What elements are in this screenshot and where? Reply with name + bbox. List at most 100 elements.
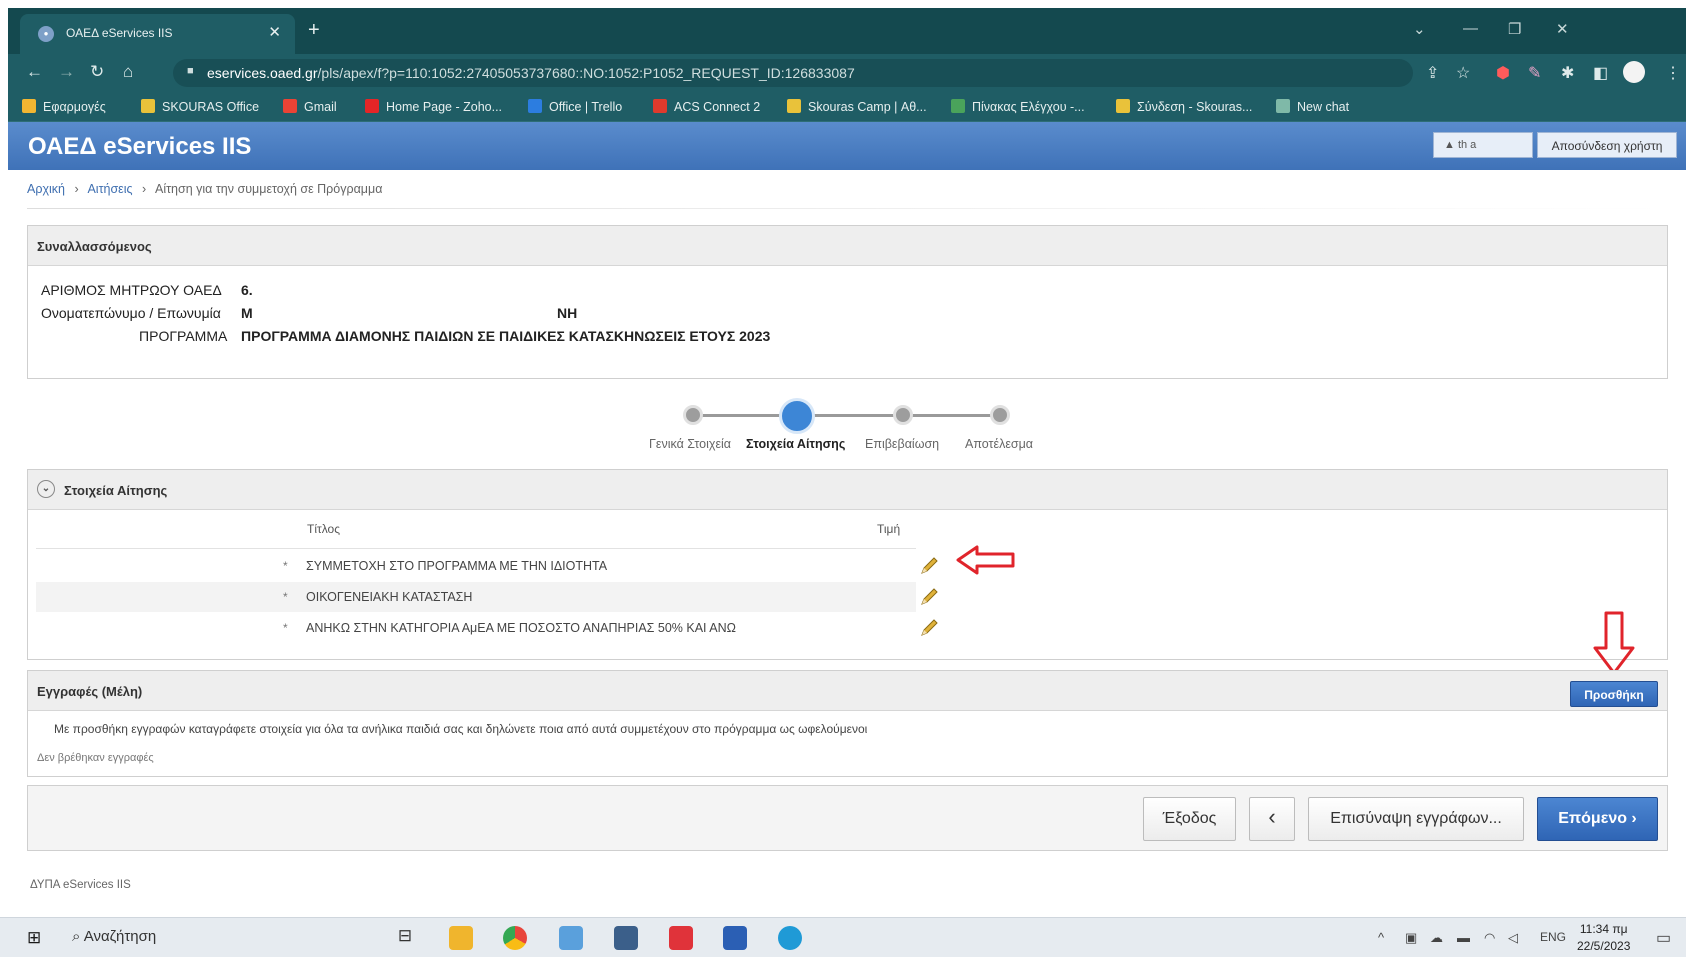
tray-chevron-icon[interactable]: ^ — [1378, 930, 1384, 945]
extensions-puzzle-icon[interactable]: ✱ — [1561, 63, 1574, 83]
next-button[interactable]: Επόμενο › — [1537, 797, 1658, 841]
taskbar-search[interactable]: ⌕ Αναζήτηση — [72, 928, 156, 945]
browser-tab[interactable]: ● ΟΑΕΔ eServices IIS ✕ — [20, 14, 295, 54]
back-button[interactable]: ‹ — [1249, 797, 1295, 841]
task-view-icon[interactable]: ⊟ — [393, 926, 417, 950]
chrome-icon[interactable] — [503, 926, 527, 950]
transactor-region: Συναλλασσόμενος — [27, 225, 1668, 379]
edit-pencil-icon[interactable] — [918, 586, 940, 608]
bookmark-new-chat[interactable]: New chat — [1276, 99, 1349, 114]
tab-title: ΟΑΕΔ eServices IIS — [66, 26, 173, 40]
app-header: ΟΑΕΔ eServices IIS ▲ th a Αποσύνδεση χρή… — [8, 122, 1686, 170]
tab-close-icon[interactable]: ✕ — [268, 23, 281, 41]
annotation-down-arrow-icon — [1593, 611, 1635, 675]
breadcrumb-current: Αίτηση για την συμμετοχή σε Πρόγραμμα — [155, 182, 383, 196]
bookmark-acs[interactable]: ACS Connect 2 — [653, 99, 760, 114]
apps-grid-icon — [22, 99, 36, 113]
speaker-icon[interactable]: ◁ — [1508, 930, 1518, 946]
app-title: ΟΑΕΔ eServices IIS — [28, 133, 252, 160]
chat-icon — [1276, 99, 1290, 113]
required-marker: * — [283, 590, 288, 604]
onedrive-icon[interactable]: ☁ — [1430, 930, 1443, 946]
anydesk-icon[interactable] — [669, 926, 693, 950]
bookmark-apps[interactable]: Εφαρμογές — [22, 99, 106, 114]
application-details-header[interactable]: ⌄ Στοιχεία Αίτησης — [28, 470, 1667, 510]
bookmark-icon — [1116, 99, 1130, 113]
file-explorer-icon[interactable] — [449, 926, 473, 950]
wifi-icon[interactable]: ◠ — [1484, 930, 1495, 946]
logout-button[interactable]: Αποσύνδεση χρήστη — [1537, 132, 1677, 158]
search-icon: ⌕ — [72, 928, 84, 945]
annotation-left-arrow-icon — [956, 545, 1015, 575]
home-icon[interactable]: ⌂ — [123, 62, 133, 82]
back-arrow-icon[interactable]: ← — [26, 62, 43, 82]
bookmark-icon — [951, 99, 965, 113]
breadcrumb-divider — [27, 208, 1667, 209]
members-description: Με προσθήκη εγγραφών καταγράφετε στοιχεί… — [54, 722, 868, 736]
address-bar[interactable]: ■ eservices.oaed.gr/pls/apex/f?p=110:105… — [173, 59, 1413, 87]
program-value: ΠΡΟΓΡΑΜΜΑ ΔΙΑΜΟΝΗΣ ΠΑΙΔΙΩΝ ΣΕ ΠΑΙΔΙΚΕΣ Κ… — [241, 328, 771, 344]
table-row: * ΟΙΚΟΓΕΝΕΙΑΚΗ ΚΑΤΑΣΤΑΣΗ — [36, 582, 938, 612]
taskbar-clock[interactable]: 11:34 πμ 22/5/2023 — [1577, 921, 1630, 955]
windows-start-icon[interactable]: ⊞ — [27, 928, 41, 948]
bookmark-zoho[interactable]: Home Page - Zoho... — [365, 99, 502, 114]
url-path: /pls/apex/f?p=110:1052:27405053737680::N… — [317, 65, 855, 81]
calculator-icon[interactable] — [614, 926, 638, 950]
acs-icon — [653, 99, 667, 113]
site-favicon-icon: ● — [38, 26, 54, 42]
tray-device-icon[interactable]: ▣ — [1405, 930, 1417, 946]
lock-icon: ■ — [187, 65, 194, 77]
members-empty-text: Δεν βρέθηκαν εγγραφές — [37, 752, 154, 764]
bookmark-icon — [141, 99, 155, 113]
maximize-icon[interactable]: ❐ — [1508, 20, 1521, 38]
breadcrumb-applications[interactable]: Αιτήσεις — [87, 182, 132, 196]
clock-date: 22/5/2023 — [1577, 939, 1631, 953]
bookmark-trello[interactable]: Office | Trello — [528, 99, 622, 114]
bookmark-login-skouras[interactable]: Σύνδεση - Skouras... — [1116, 99, 1252, 114]
edit-pencil-icon[interactable] — [918, 617, 940, 639]
share-icon[interactable]: ⇪ — [1426, 63, 1439, 83]
profile-avatar-icon[interactable] — [1623, 61, 1645, 83]
extension-shield-icon[interactable]: ⬢ — [1496, 63, 1510, 83]
window-close-icon[interactable]: ✕ — [1556, 20, 1569, 38]
browser-menu-icon[interactable]: ⋮ — [1665, 63, 1681, 83]
bookmark-skouras-office[interactable]: SKOURAS Office — [141, 99, 259, 114]
wizard-step-general: Γενικά Στοιχεία — [649, 437, 732, 451]
collapse-chevron-icon[interactable]: ⌄ — [37, 480, 55, 498]
table-divider — [36, 548, 916, 549]
bookmark-gmail[interactable]: Gmail — [283, 99, 337, 114]
wizard-step-application: Στοιχεία Αίτησης — [746, 437, 846, 451]
language-indicator[interactable]: ENG — [1540, 930, 1566, 944]
tab-search-chevron-icon[interactable]: ⌄ — [1413, 20, 1426, 38]
exit-button[interactable]: Έξοδος — [1143, 797, 1236, 841]
add-member-button[interactable]: Προσθήκη — [1570, 681, 1658, 707]
extension-pen-icon[interactable]: ✎ — [1528, 63, 1541, 83]
reload-icon[interactable]: ↻ — [90, 62, 104, 82]
name-value-end: NH — [557, 305, 578, 321]
wizard-step-dot-active — [779, 398, 815, 434]
edit-pencil-icon[interactable] — [918, 555, 940, 577]
bookmark-skouras-camp[interactable]: Skouras Camp | Αθ... — [787, 99, 927, 114]
row-title: ΑΝΗΚΩ ΣΤΗΝ ΚΑΤΗΓΟΡΙΑ ΑμΕΑ ΜΕ ΠΟΣΟΣΤΟ ΑΝΑ… — [306, 621, 736, 635]
wizard-step-result: Αποτέλεσμα — [965, 437, 1034, 451]
word-icon[interactable] — [723, 926, 747, 950]
breadcrumb-home[interactable]: Αρχική — [27, 182, 65, 196]
attach-documents-button[interactable]: Επισύναψη εγγράφων... — [1308, 797, 1524, 841]
battery-icon[interactable]: ▬ — [1457, 930, 1470, 945]
edge-icon[interactable] — [778, 926, 802, 950]
new-tab-button[interactable]: + — [308, 19, 320, 42]
column-header-title: Τίτλος — [307, 522, 341, 536]
gmail-icon — [283, 99, 297, 113]
side-panel-icon[interactable]: ◧ — [1593, 63, 1608, 83]
program-label: ΠΡΟΓΡΑΜΜΑ — [139, 328, 228, 344]
snipping-tool-icon[interactable] — [559, 926, 583, 950]
wizard-step-confirmation: Επιβεβαίωση — [865, 437, 940, 451]
bookmark-star-icon[interactable]: ☆ — [1456, 63, 1470, 83]
minimize-icon[interactable]: — — [1463, 20, 1478, 37]
bookmark-control-panel[interactable]: Πίνακας Ελέγχου -... — [951, 99, 1085, 114]
user-name: th a — [1457, 139, 1477, 151]
forward-arrow-icon[interactable]: → — [58, 62, 75, 82]
windows-taskbar: ⊞ ⌕ Αναζήτηση ⊟ ^ ▣ ☁ ▬ ◠ ◁ ENG 11:34 πμ… — [0, 917, 1686, 957]
notifications-icon[interactable]: ▭ — [1656, 928, 1671, 948]
user-menu[interactable]: ▲ th a — [1433, 132, 1533, 158]
